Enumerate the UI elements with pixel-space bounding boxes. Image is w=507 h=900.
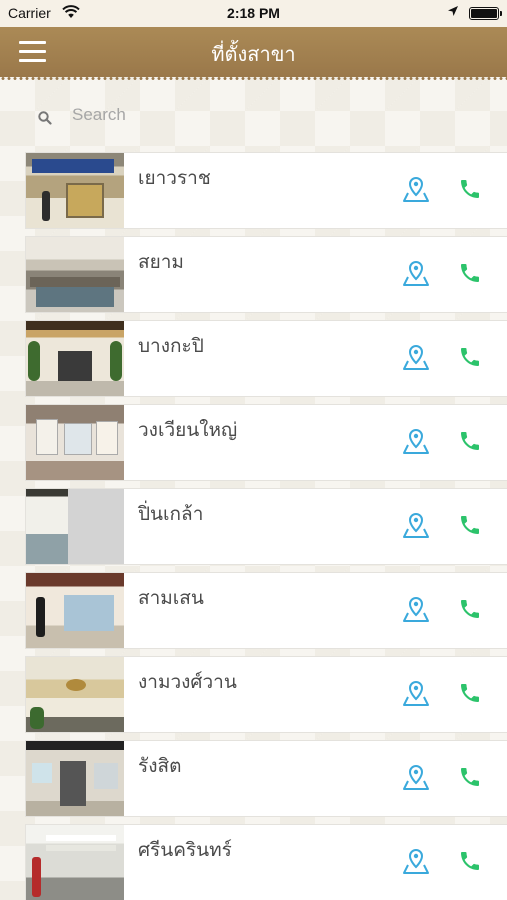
phone-icon[interactable]: [458, 177, 482, 201]
branch-name: เยาวราช: [138, 167, 211, 189]
branch-photo: [26, 741, 124, 816]
map-pin-icon[interactable]: [401, 595, 431, 623]
phone-icon[interactable]: [458, 597, 482, 621]
branch-list: เยาวราช สยาม บางกะปิ วงเวียนใหญ่ ปิ่นเกล…: [25, 152, 507, 900]
branch-name: ปิ่นเกล้า: [138, 503, 204, 525]
map-pin-icon[interactable]: [401, 259, 431, 287]
branch-name: สยาม: [138, 251, 184, 273]
phone-icon[interactable]: [458, 513, 482, 537]
branch-photo: [26, 489, 124, 564]
navigation-bar: ที่ตั้งสาขา: [0, 27, 507, 80]
phone-icon[interactable]: [458, 765, 482, 789]
branch-name: วงเวียนใหญ่: [138, 419, 238, 441]
branch-name: ศรีนครินทร์: [138, 839, 232, 861]
map-pin-icon[interactable]: [401, 511, 431, 539]
map-pin-icon[interactable]: [401, 763, 431, 791]
map-pin-icon[interactable]: [401, 343, 431, 371]
branch-list-item[interactable]: รังสิต: [25, 740, 507, 817]
branch-list-item[interactable]: ปิ่นเกล้า: [25, 488, 507, 565]
branch-list-item[interactable]: เยาวราช: [25, 152, 507, 229]
phone-icon[interactable]: [458, 261, 482, 285]
phone-icon[interactable]: [458, 429, 482, 453]
branch-photo: [26, 825, 124, 900]
branch-name: สามเสน: [138, 587, 204, 609]
search-icon: [38, 110, 52, 129]
map-pin-icon[interactable]: [401, 679, 431, 707]
map-pin-icon[interactable]: [401, 847, 431, 875]
battery-icon: [469, 7, 502, 20]
branch-list-item[interactable]: สามเสน: [25, 572, 507, 649]
location-arrow-icon: [447, 5, 459, 21]
branch-list-item[interactable]: ศรีนครินทร์: [25, 824, 507, 900]
map-pin-icon[interactable]: [401, 427, 431, 455]
branch-list-item[interactable]: บางกะปิ: [25, 320, 507, 397]
map-pin-icon[interactable]: [401, 175, 431, 203]
branch-list-item[interactable]: งามวงศ์วาน: [25, 656, 507, 733]
branch-photo: [26, 153, 124, 228]
branch-name: งามวงศ์วาน: [138, 671, 237, 693]
branch-name: บางกะปิ: [138, 335, 204, 357]
branch-list-item[interactable]: สยาม: [25, 236, 507, 313]
phone-icon[interactable]: [458, 849, 482, 873]
branch-photo: [26, 237, 124, 312]
search-bar: [26, 98, 496, 138]
status-bar: Carrier 2:18 PM: [0, 0, 507, 27]
phone-icon[interactable]: [458, 681, 482, 705]
phone-icon[interactable]: [458, 345, 482, 369]
branch-photo: [26, 573, 124, 648]
branch-list-item[interactable]: วงเวียนใหญ่: [25, 404, 507, 481]
page-title: ที่ตั้งสาขา: [211, 42, 296, 66]
clock-label: 2:18 PM: [227, 5, 280, 21]
branch-photo: [26, 405, 124, 480]
branch-name: รังสิต: [138, 755, 182, 777]
branch-photo: [26, 657, 124, 732]
search-input[interactable]: [72, 101, 472, 129]
branch-photo: [26, 321, 124, 396]
